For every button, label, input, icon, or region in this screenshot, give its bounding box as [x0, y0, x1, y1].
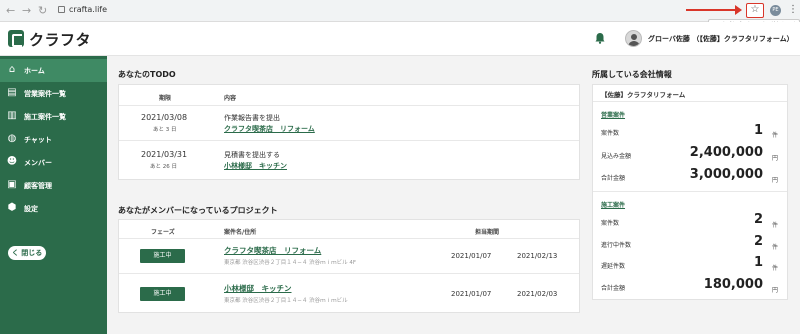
sales-estimate-value: 2,400,000: [689, 145, 763, 160]
construction-total-unit: 円: [772, 287, 779, 294]
projects-title: あなたがメンバーになっているプロジェクト: [118, 206, 278, 215]
sidebar-item-label: メンバー: [24, 159, 52, 167]
sales-estimate-unit: 円: [772, 155, 779, 162]
construction-total-label: 合計金額: [601, 285, 626, 292]
company-name: 【佐藤】クラフタリフォーム: [601, 91, 686, 99]
sidebar-item-home[interactable]: ⌂ ホーム: [0, 59, 107, 82]
back-icon[interactable]: ←: [6, 4, 15, 18]
sidebar: ⌂ ホーム ▤ 営業案件一覧 ▥ 施工案件一覧 ◍ チャット ☻ メンバー ▣ …: [0, 56, 107, 334]
project-name-link[interactable]: クラフタ喫茶店 リフォーム: [224, 245, 321, 256]
logo-text[interactable]: クラフタ: [29, 29, 91, 50]
sales-count-value: 1: [753, 123, 763, 138]
sales-count-label: 案件数: [601, 130, 620, 137]
user-name[interactable]: グローバ佐藤 （【佐藤】クラフタリフォーム）: [648, 34, 794, 44]
sidebar-item-label: 施工案件一覧: [24, 113, 66, 121]
company-card: 【佐藤】クラフタリフォーム 営業案件 案件数 1 件 見込み金額 2,400,0…: [592, 84, 788, 300]
chat-icon: ◍: [7, 133, 17, 144]
projects-col-phase: フェーズ: [151, 229, 175, 236]
divider: [119, 238, 579, 239]
construction-inprogress-label: 進行中件数: [601, 242, 632, 249]
sidebar-item-settings[interactable]: ⬢ 設定: [0, 197, 107, 220]
projects-col-period: 担当期間: [475, 229, 500, 236]
sidebar-item-sales-list[interactable]: ▤ 営業案件一覧: [0, 82, 107, 105]
todo-card: 期限 内容 2021/03/08 あと 3 日 作業報告書を提出 クラフタ喫茶店…: [118, 84, 580, 180]
sidebar-item-label: ホーム: [24, 67, 45, 75]
construction-inprogress-unit: 件: [772, 244, 779, 251]
construction-list-icon: ▥: [7, 110, 17, 121]
todo-deadline: 2021/03/08: [141, 113, 188, 122]
sales-total-label: 合計金額: [601, 175, 626, 182]
sidebar-item-members[interactable]: ☻ メンバー: [0, 151, 107, 174]
divider: [119, 273, 579, 274]
sidebar-item-label: 設定: [24, 205, 38, 213]
extension-icon[interactable]: PE: [770, 5, 781, 16]
project-start-date: 2021/01/07: [451, 290, 492, 298]
bookmark-star-button[interactable]: ☆: [746, 3, 764, 18]
settings-icon: ⬢: [7, 202, 17, 213]
project-start-date: 2021/01/07: [451, 252, 492, 260]
lock-icon: [58, 6, 65, 13]
todo-remaining: あと 26 日: [150, 164, 177, 170]
phase-badge: 施工中: [140, 287, 185, 301]
sales-total-value: 3,000,000: [689, 167, 763, 182]
sales-estimate-label: 見込み金額: [601, 153, 632, 160]
sidebar-item-chat[interactable]: ◍ チャット: [0, 128, 107, 151]
construction-heading[interactable]: 施工案件: [601, 200, 625, 209]
avatar[interactable]: [625, 30, 642, 47]
projects-card: フェーズ 案件名/住所 担当期間 施工中 クラフタ喫茶店 リフォーム 東京都 渋…: [118, 219, 580, 313]
divider: [119, 105, 579, 106]
company-title: 所属している会社情報: [592, 70, 672, 79]
todo-task: 見積書を提出する: [224, 151, 280, 159]
todo-title: あなたのTODO: [118, 70, 176, 79]
construction-count-unit: 件: [772, 222, 779, 229]
construction-delayed-label: 遅延件数: [601, 263, 626, 270]
todo-col-deadline: 期限: [159, 95, 172, 102]
todo-project-link[interactable]: クラフタ喫茶店 リフォーム: [224, 124, 315, 134]
todo-task: 作業報告書を提出: [224, 114, 280, 122]
divider: [119, 140, 579, 141]
project-end-date: 2021/02/03: [517, 290, 558, 298]
sidebar-item-label: 営業案件一覧: [24, 90, 66, 98]
construction-delayed-unit: 件: [772, 265, 779, 272]
home-icon: ⌂: [8, 64, 16, 75]
sales-total-unit: 円: [772, 177, 779, 184]
phase-badge: 施工中: [140, 249, 185, 263]
annotation-arrow: [686, 5, 742, 15]
project-address: 東京都 渋谷区渋谷２丁目１４−４ 渋谷ｍｉｍビル 4F: [224, 260, 357, 266]
sidebar-item-construction-list[interactable]: ▥ 施工案件一覧: [0, 105, 107, 128]
construction-delayed-value: 1: [753, 255, 763, 270]
logo-icon[interactable]: [8, 30, 24, 47]
sidebar-item-label: チャット: [24, 136, 52, 144]
forward-icon[interactable]: →: [22, 4, 31, 18]
sales-heading[interactable]: 営業案件: [601, 110, 625, 119]
todo-deadline: 2021/03/31: [141, 150, 188, 159]
members-icon: ☻: [6, 156, 18, 167]
projects-col-name: 案件名/住所: [224, 229, 257, 236]
close-sidebar-button[interactable]: く 閉じる: [8, 246, 46, 260]
sidebar-item-customers[interactable]: ▣ 顧客管理: [0, 174, 107, 197]
construction-inprogress-value: 2: [753, 234, 763, 249]
browser-toolbar: ← → ↻ crafta.life ☆ PE ⋮: [0, 0, 800, 22]
sales-count-unit: 件: [772, 132, 779, 139]
divider: [593, 101, 787, 102]
browser-menu-icon[interactable]: ⋮: [788, 4, 798, 16]
sales-list-icon: ▤: [7, 87, 17, 98]
project-end-date: 2021/02/13: [517, 252, 558, 260]
project-name-link[interactable]: 小林様邸 キッチン: [224, 283, 292, 294]
todo-remaining: あと 3 日: [153, 127, 177, 133]
sidebar-item-label: 顧客管理: [24, 182, 52, 190]
project-address: 東京都 渋谷区渋谷２丁目１４−４ 渋谷ｍｉｍビル: [224, 298, 348, 304]
reload-icon[interactable]: ↻: [38, 4, 47, 18]
todo-project-link[interactable]: 小林様邸 キッチン: [224, 161, 287, 171]
construction-count-label: 案件数: [601, 220, 620, 227]
construction-total-value: 180,000: [703, 277, 763, 292]
todo-col-content: 内容: [224, 95, 237, 102]
construction-count-value: 2: [753, 212, 763, 227]
address-bar[interactable]: crafta.life: [69, 5, 107, 14]
bell-icon[interactable]: [594, 32, 606, 44]
customers-icon: ▣: [7, 179, 17, 190]
divider: [593, 191, 787, 192]
app-header: クラフタ グローバ佐藤 （【佐藤】クラフタリフォーム）: [0, 22, 800, 56]
